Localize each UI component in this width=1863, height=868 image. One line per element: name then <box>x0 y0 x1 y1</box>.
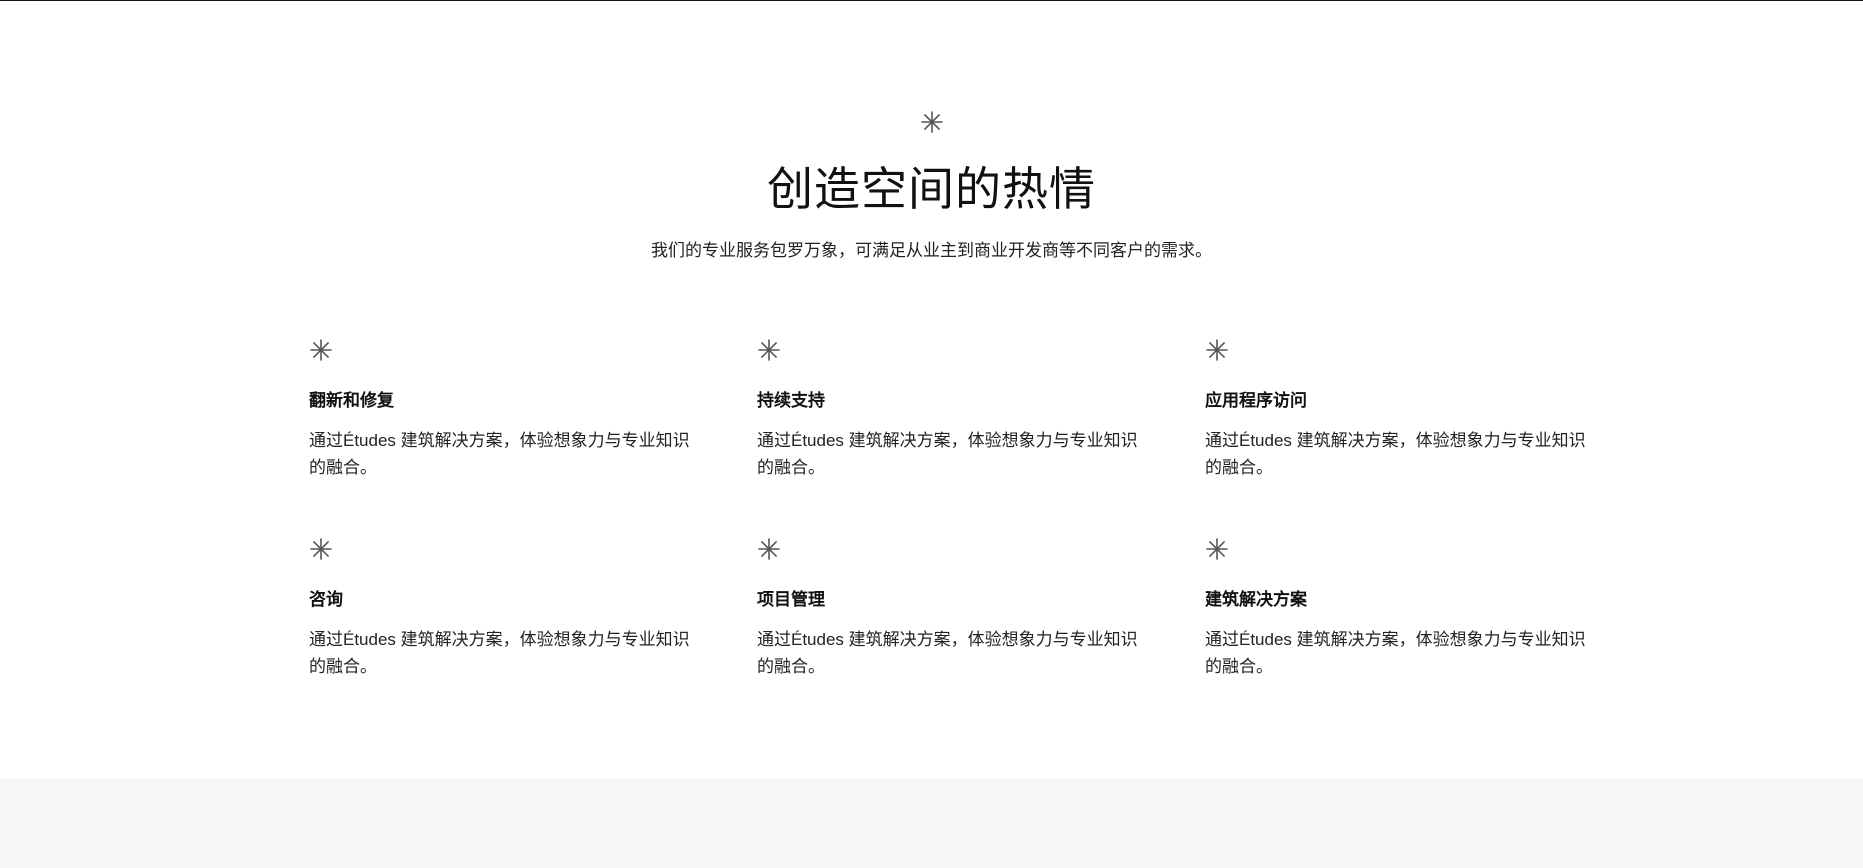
feature-description: 通过Études 建筑解决方案，体验想象力与专业知识的融合。 <box>1205 431 1586 477</box>
feature-title: 应用程序访问 <box>1205 391 1307 410</box>
feature-title: 咨询 <box>309 590 343 609</box>
asterisk-icon <box>757 338 781 362</box>
feature-card: 持续支持 通过Études 建筑解决方案，体验想象力与专业知识的融合。 <box>757 338 1151 481</box>
page-title: 创造空间的热情 <box>767 163 1096 215</box>
asterisk-icon <box>1205 338 1229 362</box>
footer-band <box>0 779 1863 868</box>
hero-section: 创造空间的热情 我们的专业服务包罗万象，可满足从业主到商业开发商等不同客户的需求… <box>0 110 1863 263</box>
feature-card: 项目管理 通过Études 建筑解决方案，体验想象力与专业知识的融合。 <box>757 537 1151 680</box>
feature-title: 持续支持 <box>757 391 825 410</box>
feature-title: 项目管理 <box>757 590 825 609</box>
features-grid: 翻新和修复 通过Études 建筑解决方案，体验想象力与专业知识的融合。 持续支… <box>309 338 1599 680</box>
feature-card: 应用程序访问 通过Études 建筑解决方案，体验想象力与专业知识的融合。 <box>1205 338 1599 481</box>
feature-description: 通过Études 建筑解决方案，体验想象力与专业知识的融合。 <box>309 431 690 477</box>
asterisk-icon <box>309 537 333 561</box>
feature-card: 建筑解决方案 通过Études 建筑解决方案，体验想象力与专业知识的融合。 <box>1205 537 1599 680</box>
asterisk-icon <box>757 537 781 561</box>
feature-description: 通过Études 建筑解决方案，体验想象力与专业知识的融合。 <box>309 630 690 676</box>
feature-description: 通过Études 建筑解决方案，体验想象力与专业知识的融合。 <box>757 431 1138 477</box>
page-subtitle: 我们的专业服务包罗万象，可满足从业主到商业开发商等不同客户的需求。 <box>651 241 1212 260</box>
asterisk-icon <box>309 338 333 362</box>
page: 创造空间的热情 我们的专业服务包罗万象，可满足从业主到商业开发商等不同客户的需求… <box>0 0 1863 868</box>
top-divider <box>0 0 1863 1</box>
feature-card: 翻新和修复 通过Études 建筑解决方案，体验想象力与专业知识的融合。 <box>309 338 703 481</box>
feature-title: 建筑解决方案 <box>1205 590 1307 609</box>
feature-title: 翻新和修复 <box>309 391 394 410</box>
feature-description: 通过Études 建筑解决方案，体验想象力与专业知识的融合。 <box>1205 630 1586 676</box>
asterisk-icon <box>920 110 944 134</box>
asterisk-icon <box>1205 537 1229 561</box>
feature-description: 通过Études 建筑解决方案，体验想象力与专业知识的融合。 <box>757 630 1138 676</box>
feature-card: 咨询 通过Études 建筑解决方案，体验想象力与专业知识的融合。 <box>309 537 703 680</box>
